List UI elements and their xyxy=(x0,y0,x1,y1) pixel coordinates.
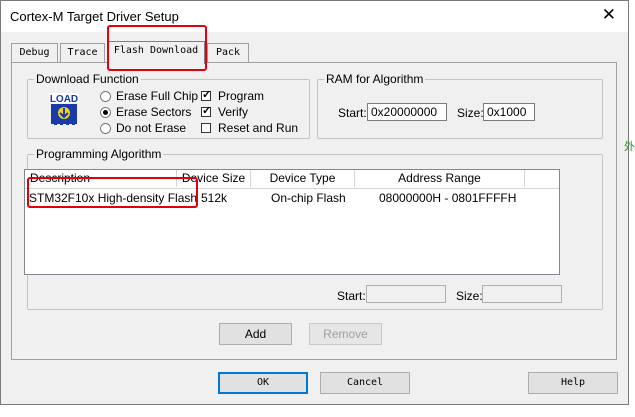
reset-and-run-checkbox[interactable] xyxy=(201,123,211,133)
help-button[interactable]: Help xyxy=(528,372,618,394)
tab-flash-download[interactable]: Flash Download xyxy=(107,41,205,64)
erase-full-chip-label: Erase Full Chip xyxy=(116,89,199,103)
row-device-size: 512k xyxy=(201,191,228,205)
do-not-erase-label: Do not Erase xyxy=(116,121,187,135)
algorithm-list[interactable]: Description Device Size Device Type Addr… xyxy=(24,169,560,275)
program-checkbox[interactable] xyxy=(201,89,211,102)
target-driver-setup-dialog: Cortex-M Target Driver Setup ✕ Debug Tra… xyxy=(0,0,629,405)
window-title: Cortex-M Target Driver Setup xyxy=(10,9,179,24)
ram-size-input[interactable]: 0x1000 xyxy=(483,103,535,121)
algo-size-input[interactable] xyxy=(482,285,562,303)
programming-algorithm-title: Programming Algorithm xyxy=(34,147,164,161)
algo-start-label: Start: xyxy=(337,289,366,303)
tab-trace[interactable]: Trace xyxy=(60,43,105,62)
row-device-type: On-chip Flash xyxy=(271,191,346,205)
erase-sectors-label: Erase Sectors xyxy=(116,105,192,119)
list-header: Description Device Size Device Type Addr… xyxy=(25,170,559,189)
ram-for-algorithm-title: RAM for Algorithm xyxy=(324,72,426,86)
close-icon[interactable]: ✕ xyxy=(602,5,616,25)
table-row[interactable]: STM32F10x High-density Flash 512k On-chi… xyxy=(25,190,559,206)
verify-label: Verify xyxy=(218,105,249,119)
verify-checkbox[interactable] xyxy=(201,105,211,118)
ram-start-input[interactable]: 0x20000000 xyxy=(367,103,447,121)
do-not-erase-radio[interactable] xyxy=(100,123,111,134)
ram-size-label: Size: xyxy=(457,106,484,120)
add-button[interactable]: Add xyxy=(219,323,292,345)
download-function-group: Download Function LOAD Erase Full Chip E… xyxy=(27,72,310,139)
row-address-range: 08000000H - 0801FFFFH xyxy=(379,191,517,205)
erase-full-chip-radio[interactable] xyxy=(100,91,111,102)
svg-text:LOAD: LOAD xyxy=(50,94,78,105)
algo-start-input[interactable] xyxy=(366,285,446,303)
ok-button[interactable]: OK xyxy=(218,372,308,394)
flash-download-panel: Download Function LOAD Erase Full Chip E… xyxy=(11,62,617,360)
reset-and-run-label: Reset and Run xyxy=(218,121,299,135)
column-description[interactable]: Description xyxy=(25,170,177,187)
cancel-button[interactable]: Cancel xyxy=(320,372,410,394)
download-function-title: Download Function xyxy=(34,72,141,86)
algo-size-label: Size: xyxy=(456,289,483,303)
load-icon: LOAD xyxy=(48,93,80,125)
column-address-range[interactable]: Address Range xyxy=(355,170,525,187)
column-device-size[interactable]: Device Size xyxy=(177,170,251,187)
column-device-type[interactable]: Device Type xyxy=(251,170,355,187)
background-side-text: 外 xyxy=(624,141,635,153)
tab-debug[interactable]: Debug xyxy=(11,43,58,62)
title-bar: Cortex-M Target Driver Setup ✕ xyxy=(1,1,628,32)
program-label: Program xyxy=(218,89,265,103)
row-description: STM32F10x High-density Flash xyxy=(29,191,198,205)
ram-start-label: Start: xyxy=(338,106,367,120)
remove-button[interactable]: Remove xyxy=(309,323,382,345)
ram-for-algorithm-group: RAM for Algorithm Start: 0x20000000 Size… xyxy=(317,72,603,139)
erase-sectors-radio[interactable] xyxy=(100,107,111,118)
tab-pack[interactable]: Pack xyxy=(207,43,249,62)
